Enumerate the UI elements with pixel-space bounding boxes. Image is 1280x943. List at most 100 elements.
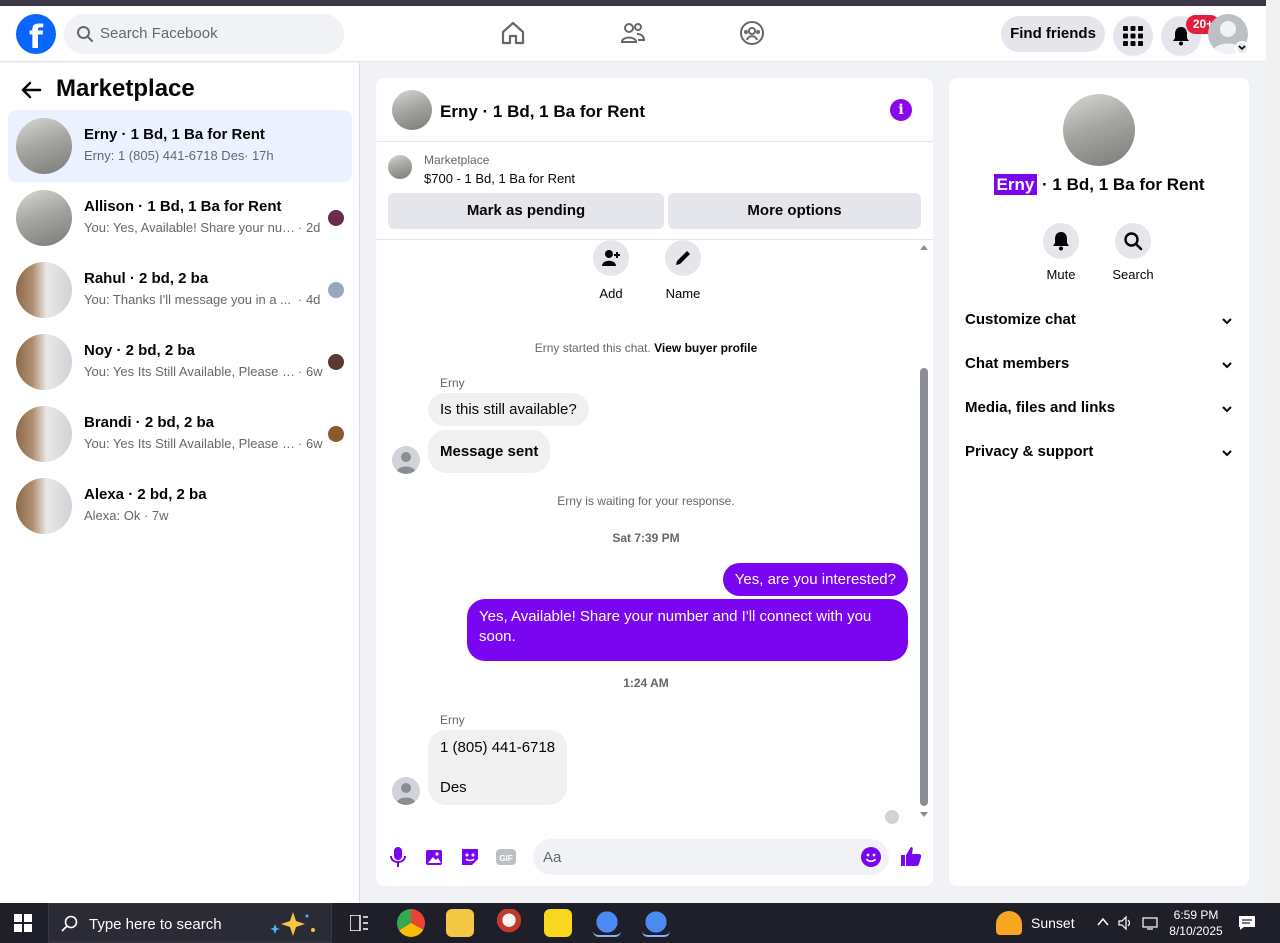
network-icon[interactable]: [1142, 915, 1160, 931]
view-buyer-profile-link[interactable]: View buyer profile: [654, 341, 757, 355]
notification-center-icon[interactable]: [1238, 915, 1256, 931]
chrome-profile-taskbar-icon[interactable]: [593, 909, 621, 937]
mute-label: Mute: [1046, 267, 1076, 282]
chevron-down-icon: [1222, 318, 1232, 325]
sender-name: Erny: [440, 376, 465, 390]
chrome-profile-taskbar-icon[interactable]: [642, 909, 670, 937]
name-chat-button[interactable]: Name: [653, 240, 713, 301]
customize-chat-section[interactable]: Customize chat: [965, 311, 1233, 335]
listing-thumbnail: [16, 190, 72, 246]
facebook-logo-icon[interactable]: f: [16, 14, 56, 54]
chat-avatar[interactable]: [392, 90, 432, 130]
incoming-message[interactable]: Is this still available?: [428, 393, 589, 426]
photo-icon[interactable]: [425, 847, 445, 867]
media-files-links-section[interactable]: Media, files and links: [965, 399, 1233, 423]
conversation-item[interactable]: Brandi · 2 bd, 2 ba You: Yes Its Still A…: [8, 398, 352, 470]
search-in-chat-button[interactable]: Search: [1101, 223, 1165, 282]
menu-button[interactable]: [1113, 16, 1153, 56]
incoming-message[interactable]: Message sent: [428, 430, 551, 473]
gif-icon[interactable]: GIF: [496, 847, 516, 867]
more-options-button[interactable]: More options: [668, 193, 921, 229]
app-taskbar-icon[interactable]: [495, 909, 523, 937]
bell-icon: [1053, 232, 1069, 251]
privacy-support-section[interactable]: Privacy & support: [965, 443, 1233, 467]
task-view-icon[interactable]: [350, 915, 368, 931]
emoji-icon[interactable]: [861, 847, 881, 867]
chrome-taskbar-icon[interactable]: [397, 909, 425, 937]
sender-name: Erny: [440, 713, 465, 727]
conversation-item[interactable]: Rahul · 2 bd, 2 ba You: Thanks I'll mess…: [8, 254, 352, 326]
search-icon: [77, 26, 93, 42]
page-scrollbar[interactable]: [1266, 0, 1280, 903]
mark-pending-button[interactable]: Mark as pending: [388, 193, 664, 229]
message-input[interactable]: Aa: [533, 839, 889, 875]
sticky-notes-taskbar-icon[interactable]: [544, 909, 572, 937]
chat-started-note: Erny started this chat. View buyer profi…: [534, 341, 758, 355]
conversation-preview: Erny: 1 (805) 441-6718 Des: [84, 148, 245, 163]
waiting-note: Erny is waiting for your response.: [557, 494, 735, 508]
search-icon: [61, 915, 78, 932]
incoming-message[interactable]: 1 (805) 441-6718 Des: [428, 730, 568, 805]
speaker-icon[interactable]: [1118, 915, 1134, 931]
outgoing-message[interactable]: Yes, are you interested?: [722, 563, 908, 596]
friends-icon[interactable]: [620, 20, 646, 46]
conversation-item[interactable]: Erny · 1 Bd, 1 Ba for Rent Erny: 1 (805)…: [8, 110, 352, 182]
weather-label[interactable]: Sunset: [1031, 915, 1075, 931]
file-explorer-taskbar-icon[interactable]: [446, 909, 474, 937]
scroll-down-icon[interactable]: [920, 812, 928, 818]
sticker-icon[interactable]: [460, 847, 480, 867]
listing-thumbnail: [16, 118, 72, 174]
conversation-item[interactable]: Noy · 2 bd, 2 ba You: Yes Its Still Avai…: [8, 326, 352, 398]
search-icon: [1124, 232, 1143, 251]
scrollbar-thumb[interactable]: [920, 368, 928, 806]
conversation-item[interactable]: Allison · 1 Bd, 1 Ba for Rent You: Yes, …: [8, 182, 352, 254]
account-chevron-icon[interactable]: [1235, 41, 1249, 55]
add-person-button[interactable]: Add: [581, 240, 641, 301]
conversation-preview: You: Yes Its Still Available, Please S..…: [84, 436, 296, 451]
chat-header: Erny · 1 Bd, 1 Ba for Rent i: [376, 78, 933, 142]
conversation-name: Alexa · 2 bd, 2 ba: [84, 486, 207, 503]
search-input[interactable]: Search Facebook: [64, 14, 344, 54]
seen-avatar: [328, 354, 344, 370]
home-icon[interactable]: [500, 20, 526, 46]
conversation-item[interactable]: Alexa · 2 bd, 2 ba Alexa: Ok · 7w: [8, 470, 352, 542]
chevron-down-icon: [1222, 406, 1232, 413]
timestamp: 1:24 AM: [623, 676, 669, 690]
conversation-time: · 2d: [298, 220, 321, 235]
sender-avatar: [392, 777, 420, 805]
conversation-name: Rahul · 2 bd, 2 ba: [84, 270, 209, 287]
scroll-up-icon[interactable]: [920, 244, 928, 250]
taskbar-search-input[interactable]: Type here to search: [48, 903, 332, 943]
chat-scrollbar[interactable]: [917, 240, 931, 822]
groups-icon[interactable]: [739, 20, 765, 46]
conversation-preview: You: Yes Its Still Available, Please S..…: [84, 364, 296, 379]
windows-start-icon[interactable]: [14, 914, 32, 932]
mute-button[interactable]: Mute: [1029, 223, 1093, 282]
conversation-time: · 17h: [244, 148, 274, 163]
search-label: Search: [1112, 267, 1154, 282]
conversation-avatar-large[interactable]: [1063, 94, 1135, 166]
conversation-time: · 4d: [298, 292, 321, 307]
chat-members-section[interactable]: Chat members: [965, 355, 1233, 379]
listing-thumbnail: [16, 478, 72, 534]
conversation-preview: Alexa: Ok · 7w: [84, 508, 169, 523]
seen-avatar: [328, 282, 344, 298]
conversation-name: Brandi · 2 bd, 2 ba: [84, 414, 215, 431]
back-arrow-icon[interactable]: [20, 79, 42, 101]
find-friends-button[interactable]: Find friends: [1001, 16, 1105, 52]
chat-title[interactable]: Erny · 1 Bd, 1 Ba for Rent: [440, 102, 645, 122]
microphone-icon[interactable]: [390, 847, 406, 867]
search-placeholder: Search Facebook: [100, 25, 218, 42]
conversation-time: · 6w: [298, 436, 323, 451]
outgoing-message[interactable]: Yes, Available! Share your number and I'…: [467, 599, 908, 661]
listing-thumbnail: [16, 334, 72, 390]
chevron-down-icon: [1222, 450, 1232, 457]
add-person-icon: [602, 250, 620, 266]
info-icon[interactable]: i: [890, 99, 912, 121]
thumbs-up-icon[interactable]: [900, 845, 922, 867]
show-hidden-icons-chevron-up-icon[interactable]: [1096, 915, 1110, 929]
conversation-title: Erny · 1 Bd, 1 Ba for Rent: [949, 174, 1249, 195]
selected-text: Erny: [993, 174, 1038, 195]
system-clock[interactable]: 6:59 PM 8/10/2025: [1166, 907, 1226, 939]
weather-sunset-icon[interactable]: [996, 911, 1022, 935]
